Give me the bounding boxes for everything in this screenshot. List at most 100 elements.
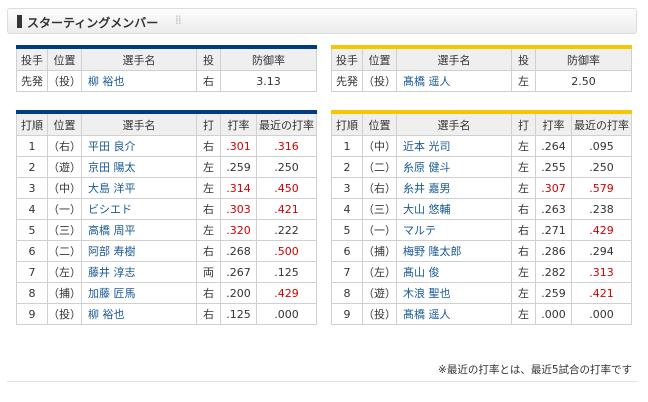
player-name-link[interactable]: 加藤 匠馬 [81, 282, 197, 304]
player-position: （一） [47, 198, 82, 220]
player-position: （右） [47, 135, 82, 157]
col-batting-order: 打順 [331, 110, 363, 136]
lineup-row: 1 （右） 平田 良介右 .301.316 [16, 135, 317, 157]
lineup-row: 6 （二） 阿部 寿樹右 .268.500 [16, 240, 317, 262]
player-average: .314 [220, 177, 257, 199]
player-name-link[interactable]: 阿部 寿樹 [81, 240, 197, 262]
section-header: スターティングメンバー ⁞⁞ [7, 8, 637, 34]
batting-order: 2 [16, 156, 48, 178]
pitcher-role: 先発 [331, 70, 363, 92]
lineup-row: 3 （中） 大島 洋平左 .314.450 [16, 177, 317, 199]
player-bats: 左 [196, 177, 221, 199]
player-recent-average: .429 [571, 219, 632, 241]
batting-order: 1 [331, 135, 363, 157]
player-bats: 左 [511, 135, 536, 157]
player-recent-average: .500 [256, 240, 317, 262]
player-name-link[interactable]: 糸原 健斗 [396, 156, 512, 178]
lineup-header-row: 打順 位置 選手名 打 打率 最近の打率 [16, 110, 317, 136]
player-bats: 左 [511, 177, 536, 199]
lineup-row: 7 （左） 藤井 淳志両 .267.125 [16, 261, 317, 283]
batting-order: 4 [331, 198, 363, 220]
lineup-row: 4 （三） 大山 悠輔右 .263.238 [331, 198, 632, 220]
col-player-name: 選手名 [396, 110, 512, 136]
player-average: .259 [220, 156, 257, 178]
player-name-link[interactable]: 大島 洋平 [81, 177, 197, 199]
col-throws: 投 [196, 45, 221, 71]
player-position: （投） [362, 303, 397, 325]
player-name-link[interactable]: マルテ [396, 219, 512, 241]
player-bats: 左 [196, 156, 221, 178]
player-position: （中） [362, 135, 397, 157]
player-name-link[interactable]: 木浪 聖也 [396, 282, 512, 304]
player-recent-average: .450 [256, 177, 317, 199]
player-name-link[interactable]: 糸井 嘉男 [396, 177, 512, 199]
player-name-link[interactable]: 髙橋 遥人 [396, 303, 512, 325]
batting-order: 2 [331, 156, 363, 178]
player-recent-average: .000 [256, 303, 317, 325]
section-title: スターティングメンバー [27, 16, 159, 30]
pitcher-header-row: 投手 位置 選手名 投 防御率 [16, 45, 317, 71]
player-name-link[interactable]: ビシエド [81, 198, 197, 220]
col-player-name: 選手名 [81, 110, 197, 136]
player-name-link[interactable]: 髙山 俊 [396, 261, 512, 283]
player-average: .320 [220, 219, 257, 241]
player-average: .255 [535, 156, 572, 178]
col-position: 位置 [47, 45, 82, 71]
player-average: .125 [220, 303, 257, 325]
player-position: （捕） [47, 282, 82, 304]
col-position: 位置 [47, 110, 82, 136]
lineup-row: 7 （左） 髙山 俊左 .282.313 [331, 261, 632, 283]
lineup-row: 2 （遊） 京田 陽太左 .259.250 [16, 156, 317, 178]
batting-order: 7 [331, 261, 363, 283]
player-position: （左） [362, 261, 397, 283]
player-recent-average: .250 [256, 156, 317, 178]
pitcher-name-link[interactable]: 髙橋 遥人 [396, 70, 512, 92]
player-name-link[interactable]: 梅野 隆太郎 [396, 240, 512, 262]
player-name-link[interactable]: 高橋 周平 [81, 219, 197, 241]
col-pitcher: 投手 [331, 45, 363, 71]
player-position: （投） [47, 303, 82, 325]
player-name-link[interactable]: 大山 悠輔 [396, 198, 512, 220]
lineup-row: 1 （中） 近本 光司左 .264.095 [331, 135, 632, 157]
batting-order: 9 [16, 303, 48, 325]
pitcher-row: 先発 （投） 柳 裕也 右 3.13 [16, 70, 317, 92]
player-position: （左） [47, 261, 82, 283]
batting-order: 6 [331, 240, 363, 262]
player-average: .200 [220, 282, 257, 304]
player-recent-average: .250 [571, 156, 632, 178]
pitcher-role: 先発 [16, 70, 48, 92]
lineup-row: 5 （三） 高橋 周平左 .320.222 [16, 219, 317, 241]
player-name-link[interactable]: 京田 陽太 [81, 156, 197, 178]
lineup-row: 9 （投） 髙橋 遥人左 .000.000 [331, 303, 632, 325]
player-recent-average: .125 [256, 261, 317, 283]
col-bats: 打 [511, 110, 536, 136]
lineup-row: 2 （二） 糸原 健斗左 .255.250 [331, 156, 632, 178]
pitcher-throws: 左 [511, 70, 536, 92]
pitcher-position: （投） [362, 70, 397, 92]
lineup-row: 9 （投）柳 裕也右 .125.000 [16, 303, 317, 325]
batting-order: 3 [16, 177, 48, 199]
player-average: .307 [535, 177, 572, 199]
col-throws: 投 [511, 45, 536, 71]
player-recent-average: .000 [571, 303, 632, 325]
player-bats: 右 [511, 198, 536, 220]
player-bats: 左 [511, 282, 536, 304]
footnote: ※最近の打率とは、最近5試合の打率です [438, 364, 632, 376]
player-name-link[interactable]: 柳 裕也 [81, 303, 197, 325]
col-era: 防御率 [220, 45, 317, 71]
pitcher-name-link[interactable]: 柳 裕也 [81, 70, 197, 92]
player-name-link[interactable]: 平田 良介 [81, 135, 197, 157]
player-bats: 右 [196, 303, 221, 325]
player-name-link[interactable]: 近本 光司 [396, 135, 512, 157]
grip-icon: ⁞⁞ [175, 13, 182, 27]
lineup-row: 3 （右） 糸井 嘉男左 .307.579 [331, 177, 632, 199]
col-era: 防御率 [535, 45, 632, 71]
lineup-row: 8 （捕） 加藤 匠馬右 .200.429 [16, 282, 317, 304]
player-name-link[interactable]: 藤井 淳志 [81, 261, 197, 283]
col-batting-order: 打順 [16, 110, 48, 136]
player-bats: 右 [196, 135, 221, 157]
player-recent-average: .429 [256, 282, 317, 304]
player-average: .264 [535, 135, 572, 157]
player-bats: 右 [196, 198, 221, 220]
col-recent-average: 最近の打率 [571, 110, 632, 136]
